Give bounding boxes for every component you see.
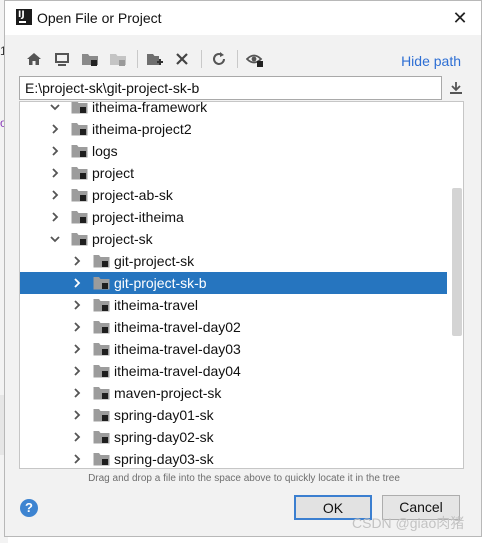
show-hidden-icon[interactable]: [244, 47, 266, 71]
dialog-title: Open File or Project: [37, 10, 162, 26]
chevron-right-icon[interactable]: [70, 448, 84, 468]
chevron-right-icon[interactable]: [70, 272, 84, 294]
folder-icon: [71, 122, 88, 136]
chevron-down-icon[interactable]: [48, 228, 62, 250]
tree-row[interactable]: itheima-project2: [20, 118, 447, 140]
chevron-right-icon[interactable]: [70, 250, 84, 272]
help-button[interactable]: ?: [20, 499, 38, 517]
folder-icon: [71, 102, 88, 114]
tree-row[interactable]: logs: [20, 140, 447, 162]
project-folder-icon[interactable]: [79, 47, 101, 71]
delete-icon[interactable]: [171, 47, 193, 71]
tree-row[interactable]: git-project-sk: [20, 250, 447, 272]
chevron-right-icon[interactable]: [48, 184, 62, 206]
tree-row[interactable]: spring-day01-sk: [20, 404, 447, 426]
tree-row-label: itheima-framework: [92, 101, 208, 115]
tree-row-label: itheima-travel-day04: [114, 363, 241, 379]
watermark: CSDN @giao肉猪: [352, 515, 465, 531]
tree-row[interactable]: spring-day03-sk: [20, 448, 447, 468]
chevron-down-icon[interactable]: [48, 102, 62, 118]
chevron-right-icon[interactable]: [70, 382, 84, 404]
chevron-right-icon[interactable]: [70, 426, 84, 448]
toolbar-separator: [237, 50, 238, 68]
tree-row-label: spring-day03-sk: [114, 451, 214, 467]
refresh-icon[interactable]: [208, 47, 230, 71]
tree-row-label: project-ab-sk: [92, 187, 173, 203]
tree-scrollbar[interactable]: [452, 188, 462, 336]
tree-row-label: logs: [92, 143, 118, 159]
folder-icon: [93, 364, 110, 378]
tree-row-label: spring-day02-sk: [114, 429, 214, 445]
folder-icon: [93, 452, 110, 466]
desktop-icon[interactable]: [51, 47, 73, 71]
open-file-dialog: IJ Open File or Project ✕ Hide path E:\p…: [4, 0, 482, 537]
drag-drop-hint: Drag and drop a file into the space abov…: [88, 473, 400, 484]
chevron-right-icon[interactable]: [70, 338, 84, 360]
folder-icon: [93, 298, 110, 312]
tree-row-label: git-project-sk-b: [114, 275, 207, 291]
tree-row-label: git-project-sk: [114, 253, 195, 269]
tree-row-label: project-sk: [92, 231, 153, 247]
tree-row-label: project-itheima: [92, 209, 184, 225]
folder-icon: [71, 188, 88, 202]
folder-icon: [93, 254, 110, 268]
folder-icon: [93, 276, 110, 290]
tree-row[interactable]: project: [20, 162, 447, 184]
folder-icon: [93, 342, 110, 356]
tree-row[interactable]: git-project-sk-b: [20, 272, 447, 294]
chevron-right-icon[interactable]: [70, 360, 84, 382]
tree-row-label: spring-day01-sk: [114, 407, 214, 423]
tree-row[interactable]: itheima-travel: [20, 294, 447, 316]
tree-row[interactable]: spring-day02-sk: [20, 426, 447, 448]
chevron-right-icon[interactable]: [48, 118, 62, 140]
hide-path-link[interactable]: Hide path: [401, 53, 461, 69]
module-folder-icon: [107, 47, 129, 71]
download-icon[interactable]: [446, 78, 466, 98]
tree-row[interactable]: itheima-framework: [20, 101, 447, 118]
folder-icon: [71, 166, 88, 180]
folder-icon: [71, 232, 88, 246]
tree-row[interactable]: itheima-travel-day04: [20, 360, 447, 382]
folder-icon: [93, 430, 110, 444]
chevron-right-icon[interactable]: [70, 404, 84, 426]
title-bar: IJ Open File or Project ✕: [5, 1, 481, 35]
tree-row[interactable]: project-itheima: [20, 206, 447, 228]
toolbar-separator: [201, 50, 202, 68]
folder-icon: [71, 144, 88, 158]
chevron-right-icon[interactable]: [70, 294, 84, 316]
toolbar: [23, 47, 283, 71]
intellij-icon: IJ: [16, 9, 32, 25]
chevron-right-icon[interactable]: [48, 206, 62, 228]
folder-icon: [71, 210, 88, 224]
tree-row-label: project: [92, 165, 135, 181]
tree-row-label: itheima-travel: [114, 297, 199, 313]
tree-row-label: itheima-travel-day02: [114, 319, 241, 335]
tree-row-label: maven-project-sk: [114, 385, 222, 401]
folder-icon: [93, 320, 110, 334]
tree-row-label: itheima-travel-day03: [114, 341, 241, 357]
toolbar-separator: [137, 50, 138, 68]
tree-row[interactable]: project-sk: [20, 228, 447, 250]
tree-row-label: itheima-project2: [92, 121, 192, 137]
tree-row[interactable]: itheima-travel-day03: [20, 338, 447, 360]
chevron-right-icon[interactable]: [48, 162, 62, 184]
path-input[interactable]: E:\project-sk\git-project-sk-b: [19, 76, 442, 100]
tree-rows: itheima-framework itheima-project2 logs pro…: [20, 101, 447, 468]
tree-row[interactable]: project-ab-sk: [20, 184, 447, 206]
close-button[interactable]: ✕: [449, 7, 471, 29]
chevron-right-icon[interactable]: [48, 140, 62, 162]
new-folder-icon[interactable]: [144, 47, 166, 71]
folder-icon: [93, 386, 110, 400]
tree-row[interactable]: itheima-travel-day02: [20, 316, 447, 338]
folder-icon: [93, 408, 110, 422]
home-icon[interactable]: [23, 47, 45, 71]
chevron-right-icon[interactable]: [70, 316, 84, 338]
tree-row[interactable]: maven-project-sk: [20, 382, 447, 404]
file-tree[interactable]: itheima-framework itheima-project2 logs pro…: [19, 101, 464, 469]
